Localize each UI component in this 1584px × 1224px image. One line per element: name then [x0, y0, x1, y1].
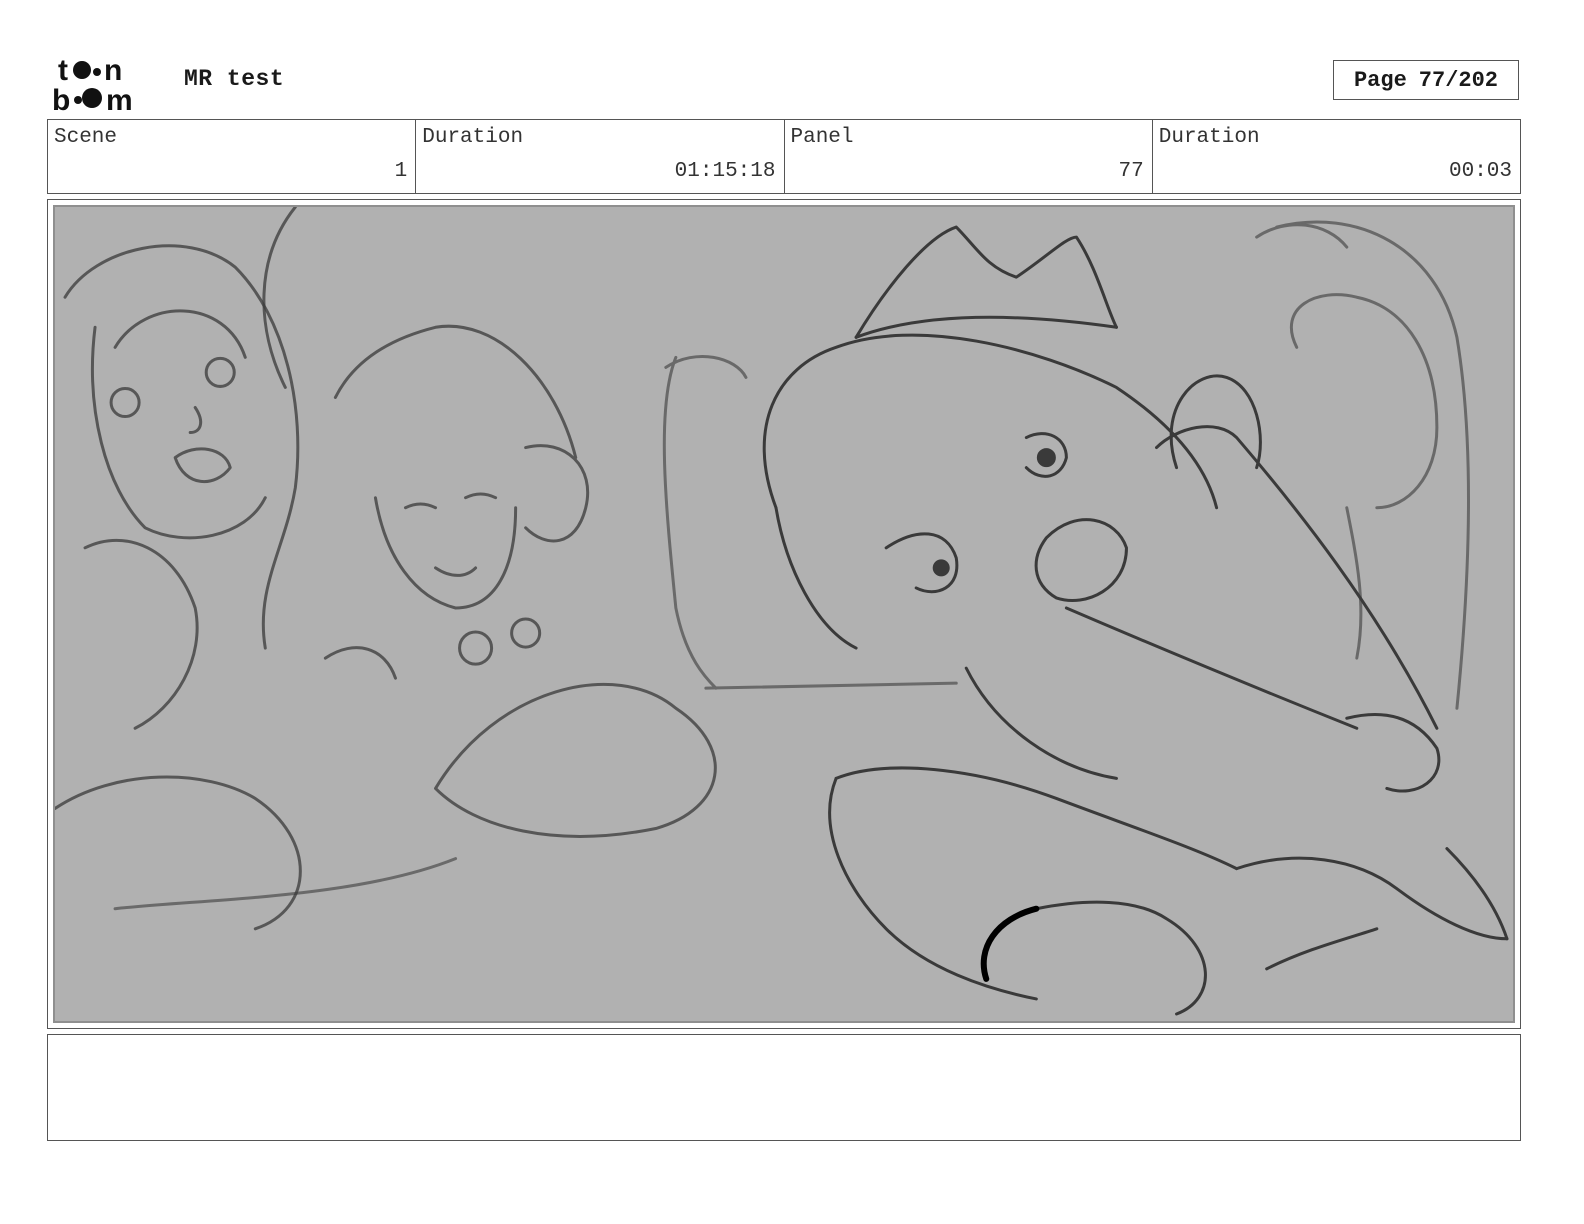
sketch-right-background — [1255, 220, 1470, 710]
scene-duration-label: Duration — [422, 126, 524, 149]
panel-value: 77 — [1118, 160, 1144, 183]
storyboard-sketch-image — [53, 205, 1515, 1023]
scene-label: Scene — [54, 126, 118, 149]
svg-text:b: b — [52, 84, 70, 112]
sketch-character-middle — [262, 207, 717, 838]
sketch-character-right — [762, 225, 1509, 1016]
scene-value: 1 — [394, 160, 408, 183]
svg-text:n: n — [104, 54, 122, 87]
page-label: Page — [1353, 67, 1407, 93]
panel-duration-value: 00:03 — [1448, 160, 1512, 183]
panel-duration-label: Duration — [1158, 126, 1260, 149]
panel-info-table: Scene 1 Duration 01:15:18 Panel 77 Durat… — [47, 119, 1521, 194]
storyboard-panel-frame — [47, 199, 1521, 1029]
scene-duration-value: 01:15:18 — [674, 160, 776, 183]
toon-boom-logo: t n b m — [52, 52, 164, 117]
scene-cell: Scene 1 — [48, 120, 417, 193]
panel-duration-cell: Duration 00:03 — [1153, 120, 1520, 193]
panel-notes-box — [47, 1034, 1521, 1141]
document-title: MR test — [184, 66, 285, 92]
panel-cell: Panel 77 — [785, 120, 1153, 193]
page-indicator: Page 77/202 — [1333, 60, 1519, 100]
panel-label: Panel — [790, 126, 854, 149]
svg-text:t: t — [58, 54, 68, 87]
page-number: 77/202 — [1418, 67, 1499, 93]
scene-duration-cell: Duration 01:15:18 — [416, 120, 785, 193]
svg-text:m: m — [106, 84, 133, 112]
sketch-character-left — [55, 244, 302, 931]
